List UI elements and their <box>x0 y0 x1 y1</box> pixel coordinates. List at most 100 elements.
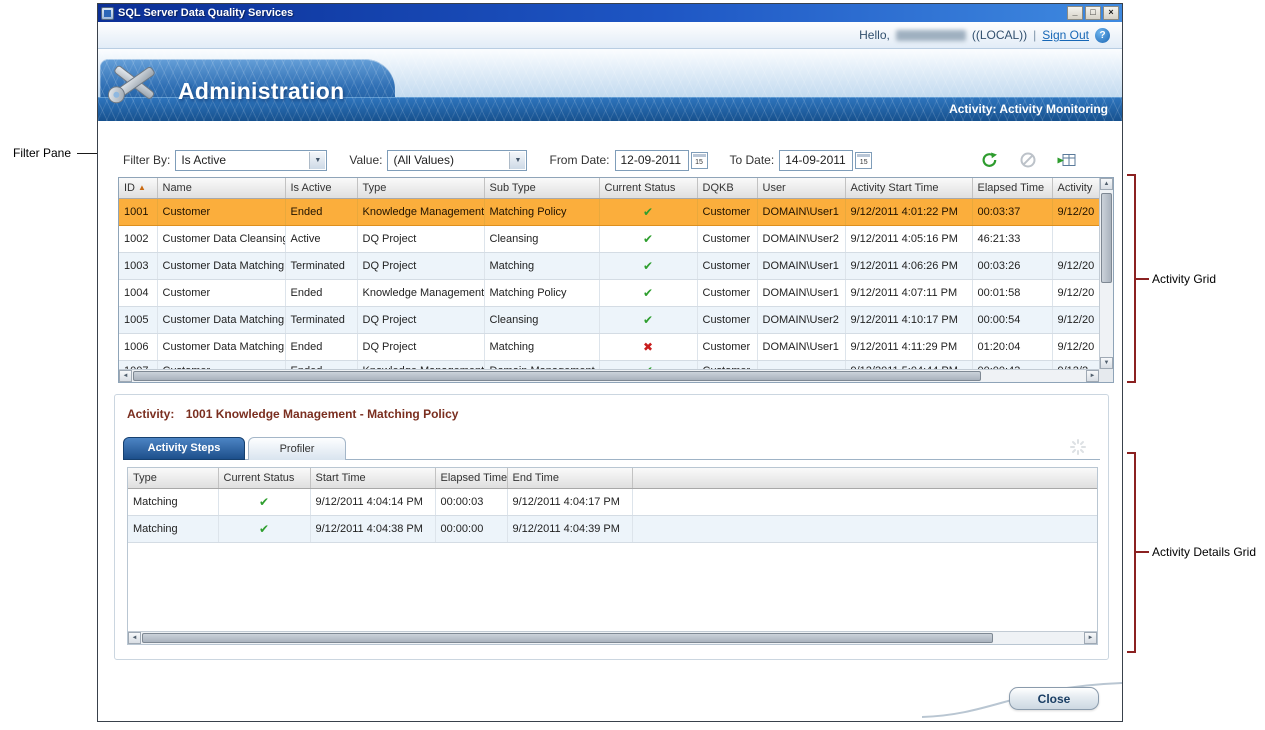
tab-activity-steps[interactable]: Activity Steps <box>123 437 245 460</box>
cell-type: DQ Project <box>357 333 484 360</box>
value-label: Value: <box>349 153 382 167</box>
details-column-end-time[interactable]: End Time <box>507 468 632 488</box>
column-header-current-status[interactable]: Current Status <box>599 178 697 198</box>
annotation-activity-grid-bracket <box>1127 174 1136 383</box>
details-horizontal-scroll-thumb[interactable] <box>142 633 993 643</box>
filter-by-value: Is Active <box>181 153 226 167</box>
activity-row[interactable]: 1004 Customer Ended Knowledge Management… <box>119 279 1101 306</box>
details-horizontal-scrollbar[interactable]: ◄ ► <box>128 631 1097 644</box>
column-header-user[interactable]: User <box>757 178 845 198</box>
details-header: Activity: 1001 Knowledge Management - Ma… <box>127 407 458 421</box>
session-bar: Hello, ((LOCAL)) | Sign Out ? <box>98 22 1122 49</box>
from-date-label: From Date: <box>549 153 609 167</box>
cell-id: 1006 <box>119 333 157 360</box>
sign-out-link[interactable]: Sign Out <box>1042 28 1089 42</box>
close-window-button[interactable]: × <box>1103 6 1119 20</box>
activity-row[interactable]: 1003 Customer Data Matching Terminated D… <box>119 252 1101 279</box>
activity-row[interactable]: 1002 Customer Data Cleansing Active DQ P… <box>119 225 1101 252</box>
scroll-down-button[interactable]: ▼ <box>1100 357 1113 369</box>
to-date-label: To Date: <box>730 153 775 167</box>
app-icon <box>101 7 114 20</box>
vertical-scroll-thumb[interactable] <box>1101 193 1112 283</box>
details-column-current-status[interactable]: Current Status <box>218 468 310 488</box>
activity-row[interactable]: 1006 Customer Data Matching Ended DQ Pro… <box>119 333 1101 360</box>
cell-start-time: 9/12/2011 4:01:22 PM <box>845 198 972 225</box>
cell-status-icon: ✔ <box>599 306 697 333</box>
cell-name: Customer Data Matching <box>157 306 285 333</box>
annotation-details-grid-bracket <box>1127 452 1136 653</box>
details-column-start-time[interactable]: Start Time <box>310 468 435 488</box>
activity-context-label: Activity: Activity Monitoring <box>949 98 1108 121</box>
cell-start-time: 9/12/2011 4:04:14 PM <box>310 488 435 515</box>
details-scroll-right-button[interactable]: ► <box>1084 632 1097 644</box>
detail-row[interactable]: Matching ✔ 9/12/2011 4:04:14 PM 00:00:03… <box>128 488 1097 515</box>
grid-header-row: ID▲ Name Is Active Type Sub Type Current… <box>119 178 1101 198</box>
column-header-id[interactable]: ID▲ <box>119 178 157 198</box>
column-header-sub-type[interactable]: Sub Type <box>484 178 599 198</box>
cell-user: DOMAIN\User1 <box>757 198 845 225</box>
cell-elapsed-time: 00:03:37 <box>972 198 1052 225</box>
vertical-scrollbar[interactable]: ▲ ▼ <box>1099 178 1113 369</box>
close-button[interactable]: Close <box>1009 687 1099 710</box>
tab-profiler[interactable]: Profiler <box>248 437 346 460</box>
cell-start-time: 9/12/2011 4:06:26 PM <box>845 252 972 279</box>
hello-label: Hello, <box>859 28 890 42</box>
cell-is-active: Terminated <box>285 306 357 333</box>
from-date-input[interactable]: 12-09-2011 <box>615 150 689 171</box>
details-column-elapsed-time[interactable]: Elapsed Time <box>435 468 507 488</box>
horizontal-scrollbar[interactable]: ◄ ► <box>119 369 1099 382</box>
cell-start-time: 9/12/2011 4:04:38 PM <box>310 515 435 542</box>
activity-row[interactable]: 1005 Customer Data Matching Terminated D… <box>119 306 1101 333</box>
details-header-value: 1001 Knowledge Management - Matching Pol… <box>186 407 459 421</box>
scroll-left-button[interactable]: ◄ <box>119 370 132 382</box>
cell-end-time: 9/12/20 <box>1052 198 1101 225</box>
cell-user: DOMAIN\User1 <box>757 333 845 360</box>
details-scroll-left-button[interactable]: ◄ <box>128 632 141 644</box>
cell-is-active: Terminated <box>285 252 357 279</box>
cell-id: 1002 <box>119 225 157 252</box>
maximize-button[interactable]: □ <box>1085 6 1101 20</box>
from-date-calendar-icon[interactable]: 15 <box>691 152 708 169</box>
cell-end-time: 9/12/20 <box>1052 279 1101 306</box>
cell-name: Customer Data Matching <box>157 333 285 360</box>
scroll-up-button[interactable]: ▲ <box>1100 178 1113 190</box>
grid-toolbar <box>980 151 1102 169</box>
column-header-is-active[interactable]: Is Active <box>285 178 357 198</box>
chevron-down-icon: ▼ <box>509 152 525 169</box>
activity-row[interactable]: 1001 Customer Ended Knowledge Management… <box>119 198 1101 225</box>
filter-by-dropdown[interactable]: Is Active ▼ <box>175 150 327 171</box>
page-title: Administration <box>178 78 344 105</box>
scroll-right-button[interactable]: ► <box>1086 370 1099 382</box>
cell-sub-type: Cleansing <box>484 306 599 333</box>
column-header-activity-end[interactable]: Activity <box>1052 178 1101 198</box>
column-header-dqkb[interactable]: DQKB <box>697 178 757 198</box>
cell-type: Matching <box>128 488 218 515</box>
to-date-input[interactable]: 14-09-2011 <box>779 150 853 171</box>
column-header-elapsed-time[interactable]: Elapsed Time <box>972 178 1052 198</box>
value-dropdown[interactable]: (All Values) ▼ <box>387 150 527 171</box>
details-column-type[interactable]: Type <box>128 468 218 488</box>
details-header-label: Activity: <box>127 407 174 421</box>
column-header-type[interactable]: Type <box>357 178 484 198</box>
refresh-icon[interactable] <box>980 151 1000 169</box>
column-header-name[interactable]: Name <box>157 178 285 198</box>
cell-id: 1005 <box>119 306 157 333</box>
filter-pane: Filter By: Is Active ▼ Value: (All Value… <box>118 142 1102 178</box>
app-window: SQL Server Data Quality Services _ □ × H… <box>97 3 1123 722</box>
cell-status-icon: ✔ <box>218 488 310 515</box>
value-value: (All Values) <box>393 153 453 167</box>
column-header-start-time[interactable]: Activity Start Time <box>845 178 972 198</box>
minimize-button[interactable]: _ <box>1067 6 1083 20</box>
to-date-calendar-icon[interactable]: 15 <box>855 152 872 169</box>
export-icon[interactable] <box>1056 151 1076 169</box>
help-icon[interactable]: ? <box>1095 28 1110 43</box>
cell-start-time: 9/12/2011 4:10:17 PM <box>845 306 972 333</box>
scrollbar-corner <box>1099 369 1113 382</box>
cell-elapsed-time: 00:00:00 <box>435 515 507 542</box>
cell-id: 1004 <box>119 279 157 306</box>
cell-end-time: 9/12/20 <box>1052 252 1101 279</box>
detail-row[interactable]: Matching ✔ 9/12/2011 4:04:38 PM 00:00:00… <box>128 515 1097 542</box>
cell-end-time: 9/12/2011 4:04:17 PM <box>507 488 632 515</box>
cell-id: 1001 <box>119 198 157 225</box>
horizontal-scroll-thumb[interactable] <box>133 371 981 381</box>
